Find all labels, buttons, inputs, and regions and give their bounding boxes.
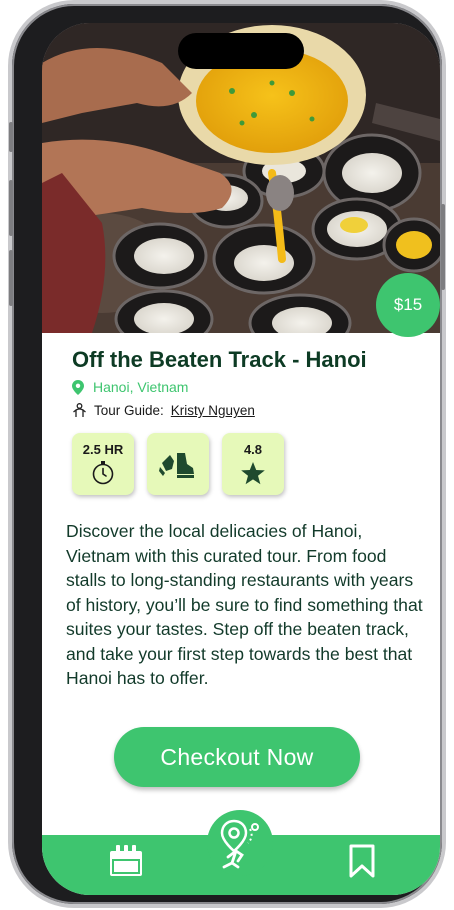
screen: $15 Off the Beaten Track - Hanoi Hanoi, … [42,23,440,895]
star-icon [241,461,265,484]
location-text: Hanoi, Vietnam [93,379,189,395]
map-pin-walk-icon [220,819,259,869]
checkout-button[interactable]: Checkout Now [114,727,360,787]
rating-stat: 4.8 [222,433,284,495]
volume-up-button [9,180,13,236]
tour-title: Off the Beaten Track - Hanoi [72,347,367,372]
tour-guide-label: Tour Guide: [94,403,164,418]
nav-calendar-button[interactable] [106,841,146,881]
location-pin-icon [72,379,84,395]
power-button [441,204,445,290]
dynamic-island [178,33,304,69]
stopwatch-icon [92,461,114,485]
price-badge: $15 [376,273,440,337]
tour-guide-row: Tour Guide: Kristy Nguyen [72,403,255,418]
rating-value: 4.8 [243,441,263,457]
calendar-icon [110,845,142,876]
duration-value: 2.5 HR [82,442,124,457]
bookmark-icon [349,844,375,878]
nav-explore-button[interactable] [207,810,273,876]
tour-guide-link[interactable]: Kristy Nguyen [171,403,255,418]
action-button [9,122,13,152]
footsteps-icon [159,453,194,478]
location-row: Hanoi, Vietnam [72,379,188,395]
volume-down-button [9,250,13,306]
tour-guide-icon [73,403,86,417]
tour-stats: 2.5 HR 4.8 [72,433,284,495]
duration-stat: 2.5 HR [72,433,134,495]
phone-frame: $15 Off the Beaten Track - Hanoi Hanoi, … [9,4,445,904]
tour-description: Discover the local delicacies of Hanoi, … [66,521,423,688]
difficulty-stat [147,433,209,495]
nav-bookmark-button[interactable] [342,841,382,881]
